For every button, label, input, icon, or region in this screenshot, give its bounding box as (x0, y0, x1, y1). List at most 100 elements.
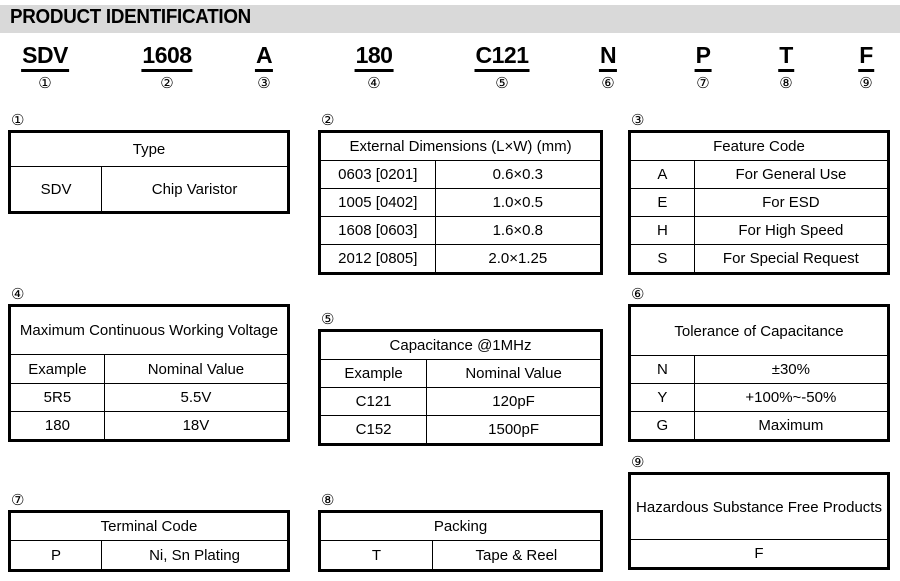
block-working-voltage: ④ Maximum Continuous Working Voltage Exa… (8, 287, 290, 442)
table-row: 5R5 5.5V (9, 383, 290, 412)
block-external-dimensions: ② External Dimensions (L×W) (mm) 0603 [0… (318, 113, 603, 275)
block-marker-6: ⑥ (631, 286, 645, 303)
table-header-cell: Maximum Continuous Working Voltage (9, 305, 289, 355)
table-row: H For High Speed (629, 216, 890, 245)
cell-value: For Special Request (693, 244, 890, 274)
block-marker-5: ⑤ (321, 311, 335, 328)
cell-code: 1005 [0402] (319, 188, 436, 217)
cell-value: For High Speed (693, 216, 890, 245)
part-code-6: N (598, 42, 618, 72)
cell-value: ±30% (693, 355, 890, 384)
block-marker-8: ⑧ (321, 492, 335, 509)
table-row: Hazardous Substance Free Products (629, 473, 889, 540)
table-hazardous-substance: Hazardous Substance Free Products F (628, 472, 890, 570)
part-marker-3: ③ (257, 75, 271, 92)
subheader-cell-value: Nominal Value (103, 354, 290, 384)
cell-code: C152 (318, 415, 428, 445)
block-capacitance: ⑤ Capacitance @1MHz Example Nominal Valu… (318, 312, 603, 446)
part-code-8: T (778, 42, 794, 72)
table-external-dimensions: External Dimensions (L×W) (mm) 0603 [020… (318, 130, 603, 275)
table-row: 0603 [0201] 0.6×0.3 (319, 160, 603, 189)
table-working-voltage: Maximum Continuous Working Voltage Examp… (8, 304, 290, 442)
cell-code: 5R5 (9, 383, 105, 412)
table-header-cell: Hazardous Substance Free Products (629, 473, 889, 540)
block-hazardous-substance: ⑨ Hazardous Substance Free Products F (628, 455, 890, 570)
block-marker-7: ⑦ (11, 492, 25, 509)
part-segment-8: T ⑧ (778, 42, 794, 93)
table-header-cell: Terminal Code (9, 511, 289, 541)
cell-code: 180 (9, 411, 105, 441)
part-code-5: C121 (474, 42, 530, 72)
table-row: 1005 [0402] 1.0×0.5 (319, 188, 603, 217)
part-marker-9: ⑨ (859, 75, 873, 92)
cell-value: 1.0×0.5 (434, 188, 603, 217)
block-type: ① Type SDV Chip Varistor (8, 113, 290, 214)
part-code-1: SDV (21, 42, 69, 72)
cell-code: S (629, 244, 695, 274)
table-row: 2012 [0805] 2.0×1.25 (319, 244, 603, 274)
table-row: P Ni, Sn Plating (8, 540, 289, 571)
part-marker-4: ④ (367, 75, 381, 92)
part-segment-2: 1608 ② (141, 42, 193, 93)
subheader-cell-code: Example (9, 354, 105, 384)
block-terminal-code: ⑦ Terminal Code P Ni, Sn Plating (8, 493, 290, 572)
cell-value: Maximum (693, 411, 890, 441)
table-row: Terminal Code (9, 511, 289, 541)
table-header-cell: Packing (319, 511, 602, 541)
block-marker-4: ④ (11, 286, 25, 303)
block-marker-3: ③ (631, 112, 645, 129)
cell-value: 1.6×0.8 (434, 216, 603, 245)
table-row: T Tape & Reel (319, 540, 603, 571)
table-row: Example Nominal Value (9, 354, 290, 384)
table-row: External Dimensions (L×W) (mm) (319, 131, 602, 161)
table-row: G Maximum (629, 411, 890, 441)
table-row: C121 120pF (318, 387, 602, 416)
table-packing: Packing T Tape & Reel (318, 510, 603, 572)
block-marker-2: ② (321, 112, 335, 129)
cell-code: E (629, 188, 695, 217)
cell-code: H (629, 216, 695, 245)
cell-value: F (629, 539, 889, 569)
part-code-3: A (254, 42, 274, 72)
part-code-2: 1608 (141, 42, 193, 72)
table-row: 1608 [0603] 1.6×0.8 (319, 216, 603, 245)
part-segment-3: A ③ (254, 42, 274, 93)
part-segment-1: SDV ① (21, 42, 69, 93)
cell-value: For ESD (693, 188, 890, 217)
part-code-7: P (694, 42, 712, 72)
table-feature-code: Feature Code A For General Use E For ESD… (628, 130, 890, 275)
part-segment-9: F ⑨ (858, 42, 874, 93)
cell-value: 120pF (426, 387, 602, 416)
table-row: Packing (319, 511, 602, 541)
table-row: S For Special Request (629, 244, 890, 274)
table-row: Tolerance of Capacitance (629, 305, 889, 356)
table-row: SDV Chip Varistor (8, 166, 289, 213)
part-segment-7: P ⑦ (694, 42, 712, 93)
cell-code: C121 (318, 387, 428, 416)
cell-code: SDV (8, 166, 103, 213)
page-title: PRODUCT IDENTIFICATION (10, 6, 251, 28)
table-row: E For ESD (629, 188, 890, 217)
cell-value: 5.5V (103, 383, 290, 412)
table-header-cell: Capacitance @1MHz (319, 330, 602, 360)
table-header-cell: Type (9, 131, 289, 167)
block-marker-9: ⑨ (631, 454, 645, 471)
part-number-breakdown: SDV ① 1608 ② A ③ 180 ④ C121 ⑤ N ⑥ P ⑦ T … (0, 42, 900, 102)
part-marker-8: ⑧ (779, 75, 793, 92)
block-marker-1: ① (11, 112, 25, 129)
subheader-cell-value: Nominal Value (426, 359, 602, 388)
part-code-9: F (858, 42, 874, 72)
cell-value: 0.6×0.3 (434, 160, 603, 189)
part-marker-5: ⑤ (495, 75, 509, 92)
cell-value: 2.0×1.25 (434, 244, 603, 274)
cell-value: +100%~-50% (693, 383, 890, 412)
part-code-4: 180 (354, 42, 394, 72)
table-row: Feature Code (629, 131, 889, 161)
cell-code: 2012 [0805] (319, 244, 436, 274)
table-header-cell: External Dimensions (L×W) (mm) (319, 131, 602, 161)
part-marker-7: ⑦ (696, 75, 710, 92)
table-header-cell: Tolerance of Capacitance (629, 305, 889, 356)
part-segment-4: 180 ④ (354, 42, 394, 93)
table-row: F (629, 539, 889, 569)
cell-code: 0603 [0201] (319, 160, 436, 189)
